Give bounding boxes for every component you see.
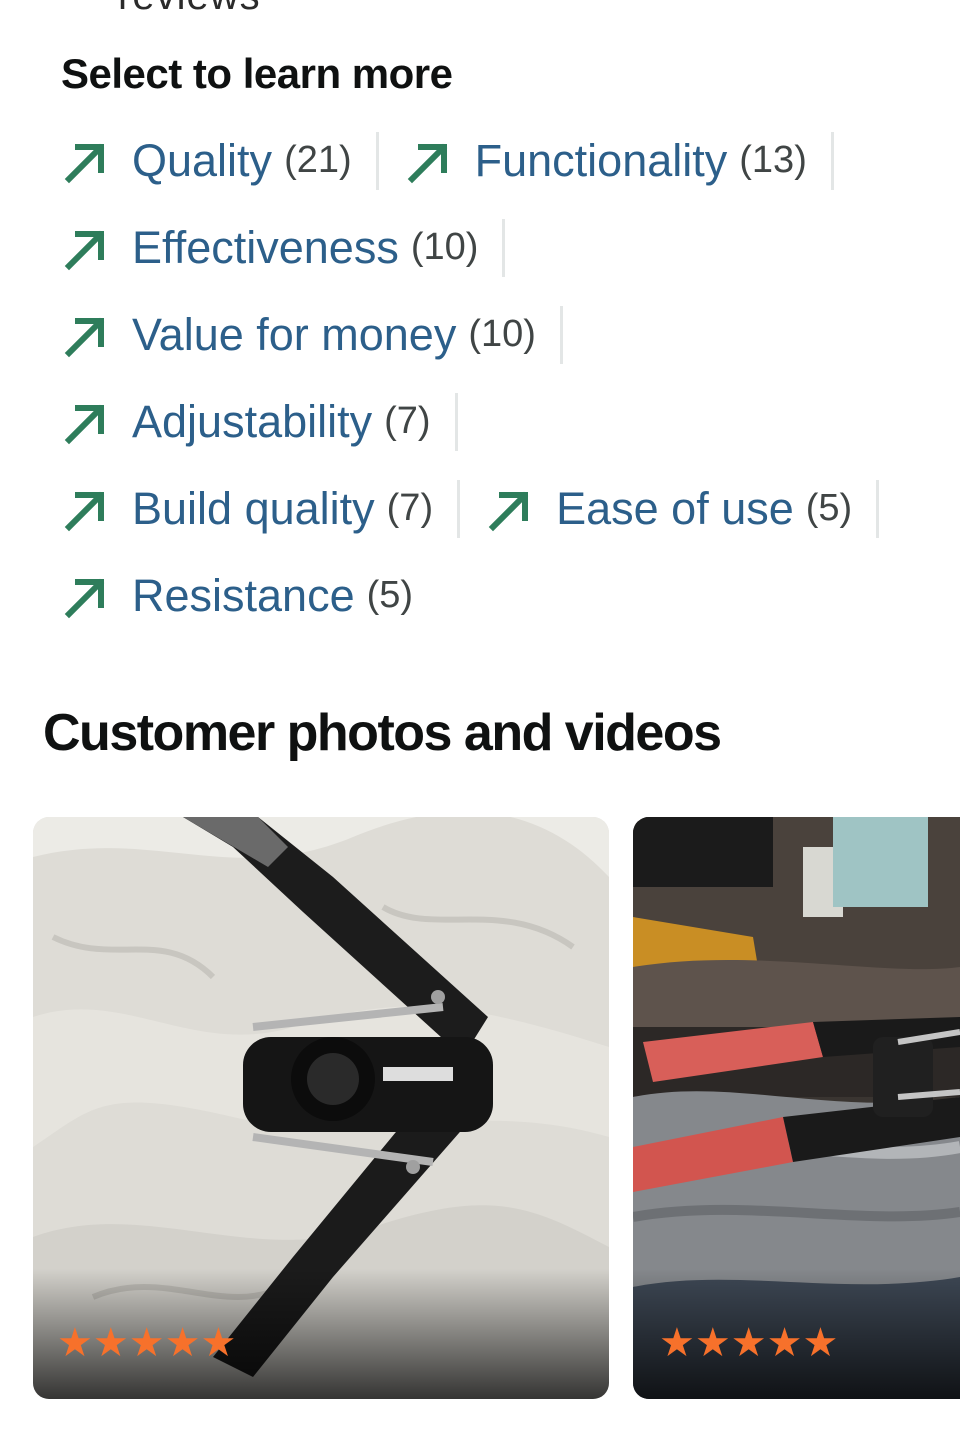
trending-up-arrow-icon — [64, 578, 105, 618]
aspect-label: Resistance — [132, 569, 355, 621]
trending-up-arrow-icon — [64, 317, 105, 357]
customer-photo-2[interactable]: ★★★★★ — [633, 817, 960, 1399]
aspect-chip-resistance[interactable]: Resistance (5) — [60, 567, 437, 625]
aspect-row: Adjustability (7) — [60, 378, 940, 465]
aspect-count: (10) — [410, 226, 479, 268]
aspect-row: Build quality (7) Ease of use (5) — [60, 465, 940, 552]
stars-icon: ★★★★★ — [57, 1320, 237, 1366]
trending-up-arrow-icon — [407, 143, 447, 183]
aspect-chip-ease-of-use[interactable]: Ease of use (5) — [484, 479, 880, 538]
aspect-count: (7) — [386, 487, 434, 529]
aspect-label: Effectiveness — [132, 221, 399, 273]
star-rating: ★★★★★ — [57, 1320, 237, 1366]
trending-up-arrow-icon — [64, 404, 105, 444]
cutoff-reviews-text: reviews — [118, 0, 261, 19]
trending-up-arrow-icon — [64, 491, 105, 531]
aspect-label: Functionality — [474, 134, 728, 186]
aspect-count: (10) — [468, 313, 536, 355]
aspect-label: Ease of use — [556, 482, 794, 534]
aspect-row: Effectiveness (10) — [60, 204, 940, 291]
aspect-chip-functionality[interactable]: Functionality (13) — [403, 131, 834, 190]
aspect-chip-value-for-money[interactable]: Value for money (10) — [60, 305, 563, 364]
aspect-count: (5) — [805, 487, 853, 529]
aspect-count: (7) — [384, 400, 431, 442]
aspect-row: Quality (21) Functionality (13) — [60, 117, 940, 204]
aspect-row: Value for money (10) — [60, 291, 940, 378]
star-rating: ★★★★★ — [659, 1320, 839, 1366]
aspect-label: Quality — [132, 134, 273, 186]
aspect-count: (13) — [739, 139, 807, 181]
aspect-count: (21) — [284, 139, 352, 181]
trending-up-arrow-icon — [64, 230, 105, 270]
customer-photo-1[interactable]: ★★★★★ — [33, 817, 609, 1399]
aspect-label: Value for money — [132, 308, 457, 360]
aspect-row: Resistance (5) — [60, 552, 940, 639]
aspect-label: Build quality — [132, 482, 375, 534]
aspect-chip-build-quality[interactable]: Build quality (7) — [60, 479, 461, 538]
stars-icon: ★★★★★ — [659, 1320, 839, 1366]
aspect-chip-adjustability[interactable]: Adjustability (7) — [60, 392, 458, 451]
review-aspects-list: Quality (21) Functionality (13) Effectiv… — [60, 117, 940, 639]
aspect-count: (5) — [366, 574, 414, 616]
aspect-chip-effectiveness[interactable]: Effectiveness (10) — [60, 218, 506, 277]
aspect-chip-quality[interactable]: Quality (21) — [60, 131, 379, 190]
trending-up-arrow-icon — [64, 143, 105, 183]
customer-photos-heading: Customer photos and videos — [43, 704, 722, 762]
select-to-learn-more-heading: Select to learn more — [61, 50, 453, 97]
aspect-label: Adjustability — [132, 395, 373, 447]
trending-up-arrow-icon — [488, 491, 529, 531]
